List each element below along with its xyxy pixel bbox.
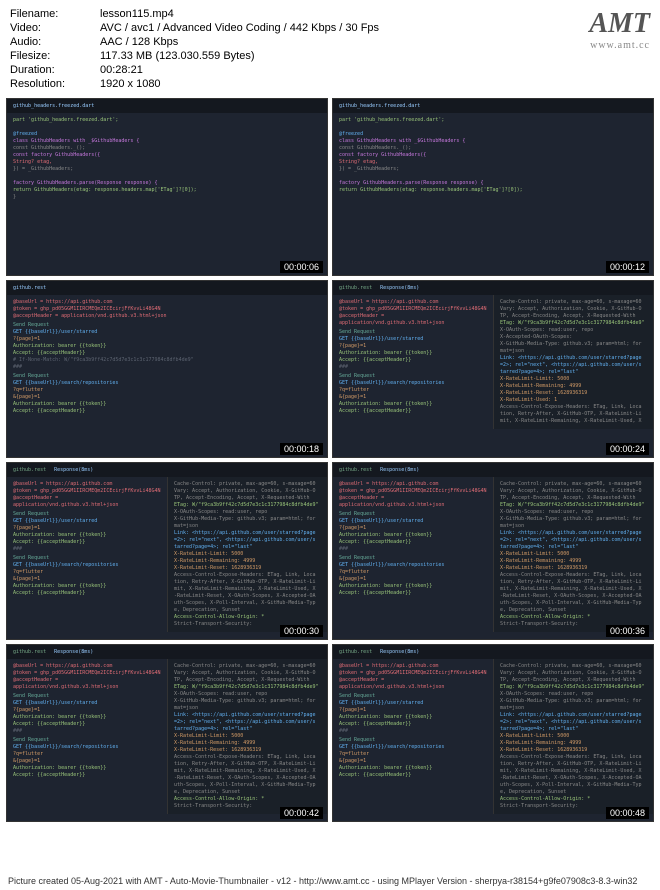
filename-label: Filename: [10, 8, 100, 20]
footer-credits: Picture created 05-Aug-2021 with AMT - A… [0, 872, 660, 890]
thumbnail-8: github.restResponse(8ms) @baseUrl = http… [332, 644, 654, 822]
logo-text: AMT [589, 8, 650, 40]
thumbnail-6: github.restResponse(8ms) @baseUrl = http… [332, 462, 654, 640]
filesize-label: Filesize: [10, 50, 100, 62]
video-value: AVC / avc1 / Advanced Video Coding / 442… [100, 22, 379, 34]
timestamp: 00:00:24 [606, 443, 649, 455]
tab-file: github.rest [13, 285, 46, 291]
thumbnail-4: github.restResponse(8ms) @baseUrl = http… [332, 280, 654, 458]
timestamp: 00:00:36 [606, 625, 649, 637]
thumbnail-grid: github_headers.freezed.dart part 'github… [0, 96, 660, 824]
audio-value: AAC / 128 Kbps [100, 36, 178, 48]
metadata-header: Filename:lesson115.mp4 Video:AVC / avc1 … [0, 0, 660, 96]
metadata-table: Filename:lesson115.mp4 Video:AVC / avc1 … [10, 8, 379, 90]
timestamp: 00:00:48 [606, 807, 649, 819]
audio-label: Audio: [10, 36, 100, 48]
duration-value: 00:28:21 [100, 64, 143, 76]
thumbnail-7: github.restResponse(8ms) @baseUrl = http… [6, 644, 328, 822]
timestamp: 00:00:30 [280, 625, 323, 637]
duration-label: Duration: [10, 64, 100, 76]
tab-file: github_headers.freezed.dart [339, 103, 420, 109]
logo-url: www.amt.cc [589, 40, 650, 51]
thumbnail-5: github.restResponse(8ms) @baseUrl = http… [6, 462, 328, 640]
timestamp: 00:00:06 [280, 261, 323, 273]
timestamp: 00:00:12 [606, 261, 649, 273]
thumbnail-1: github_headers.freezed.dart part 'github… [6, 98, 328, 276]
filename-value: lesson115.mp4 [100, 8, 174, 20]
thumbnail-2: github_headers.freezed.dart part 'github… [332, 98, 654, 276]
video-label: Video: [10, 22, 100, 34]
amt-logo: AMT www.amt.cc [589, 8, 650, 90]
thumbnail-3: github.rest @baseUrl = https://api.githu… [6, 280, 328, 458]
resolution-label: Resolution: [10, 78, 100, 90]
resolution-value: 1920 x 1080 [100, 78, 161, 90]
filesize-value: 117.33 MB (123.030.559 Bytes) [100, 50, 255, 62]
tab-file: github_headers.freezed.dart [13, 103, 94, 109]
timestamp: 00:00:42 [280, 807, 323, 819]
timestamp: 00:00:18 [280, 443, 323, 455]
